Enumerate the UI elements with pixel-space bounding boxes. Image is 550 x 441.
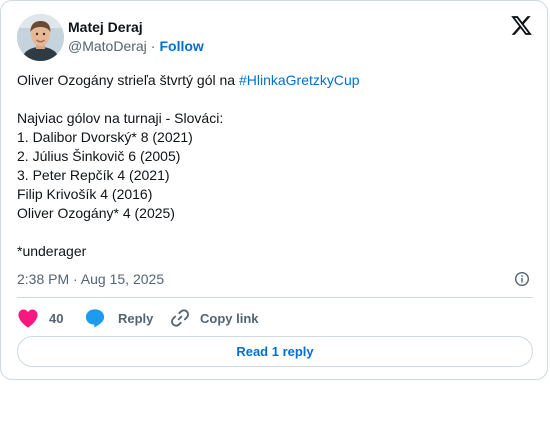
copy-link-button[interactable]: Copy link xyxy=(169,306,259,330)
hashtag-link[interactable]: #HlinkaGretzkyCup xyxy=(239,72,360,88)
x-logo-icon[interactable] xyxy=(510,14,533,37)
avatar-photo xyxy=(17,14,64,61)
list-item: 1. Dalibor Dvorský* 8 (2021) xyxy=(17,129,193,145)
like-button[interactable]: 40 xyxy=(17,306,63,330)
author-handle-row: @MatoDeraj · Follow xyxy=(68,37,204,55)
tweet-first-line: Oliver Ozogány strieľa štvrtý gól na #Hl… xyxy=(17,71,533,90)
like-count: 40 xyxy=(49,310,64,326)
read-replies-button[interactable]: Read 1 reply xyxy=(17,336,533,367)
speech-bubble-icon xyxy=(84,308,106,328)
follow-link[interactable]: Follow xyxy=(159,38,203,54)
info-icon[interactable] xyxy=(514,271,530,287)
divider xyxy=(17,297,533,298)
author-handle[interactable]: @MatoDeraj xyxy=(68,38,147,54)
reply-button[interactable]: Reply xyxy=(84,306,153,330)
footnote: *underager xyxy=(17,243,87,259)
tweet-card: Matej Deraj @MatoDeraj · Follow Oliver Ozo… xyxy=(0,0,548,380)
avatar[interactable] xyxy=(17,14,64,61)
copy-link-label: Copy link xyxy=(200,310,259,326)
list-item: Filip Krivošík 4 (2016) xyxy=(17,186,153,202)
reply-label: Reply xyxy=(118,310,154,326)
author-name[interactable]: Matej Deraj xyxy=(68,18,143,36)
list-heading: Najviac gólov na turnaji - Slováci: xyxy=(17,110,224,126)
tweet-body: Oliver Ozogány strieľa štvrtý gól na #Hl… xyxy=(17,71,533,261)
list-item: 2. Július Šinkovič 6 (2005) xyxy=(17,148,181,164)
timestamp-link[interactable]: 2:38 PM · Aug 15, 2025 xyxy=(17,270,164,288)
separator-dot: · xyxy=(150,38,156,54)
link-icon xyxy=(169,307,191,329)
heart-icon xyxy=(17,308,39,328)
list-item: Oliver Ozogány* 4 (2025) xyxy=(17,205,175,221)
list-item: 3. Peter Repčík 4 (2021) xyxy=(17,167,170,183)
tweet-text: Oliver Ozogány strieľa štvrtý gól na xyxy=(17,72,239,88)
